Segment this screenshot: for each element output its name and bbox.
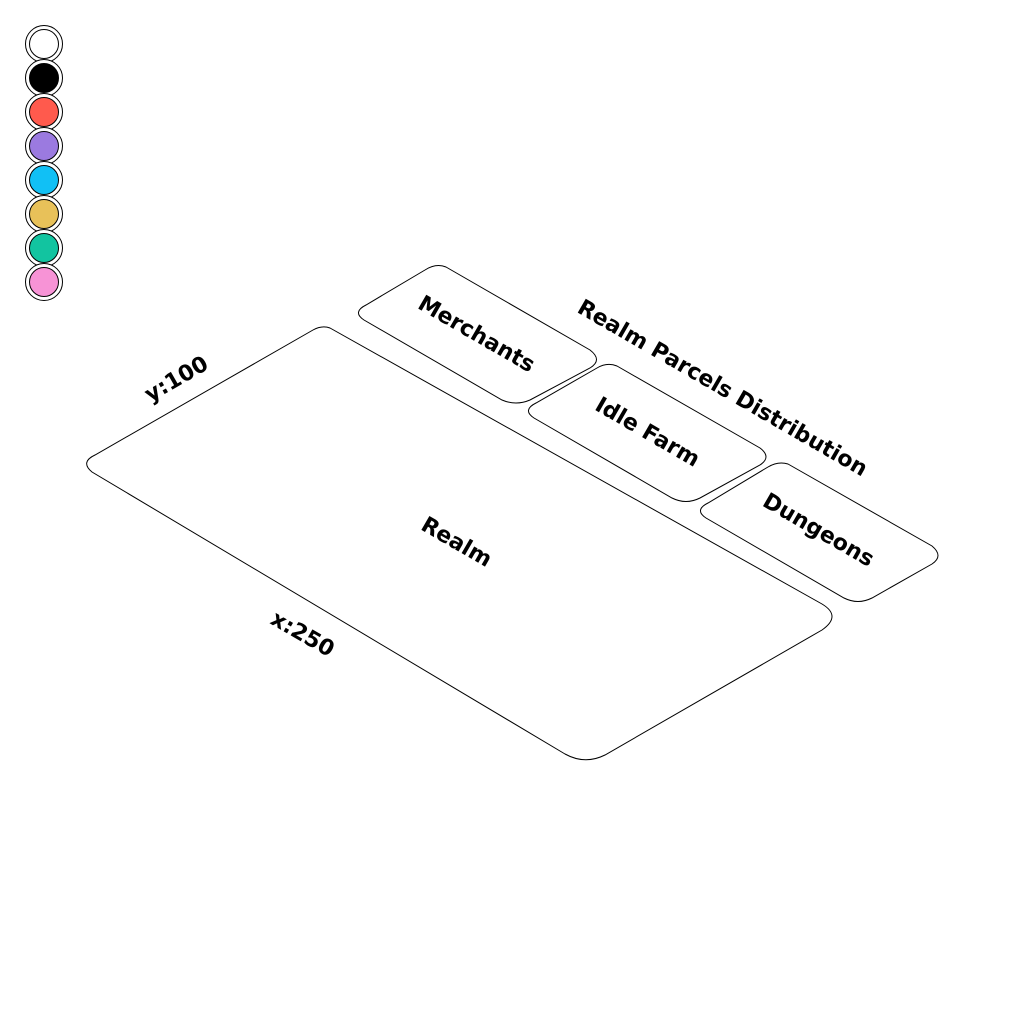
- x-dimension-label: x:250: [266, 607, 338, 663]
- isometric-diagram: Merchants Idle Farm Dungeons Realm Realm…: [86, 265, 939, 761]
